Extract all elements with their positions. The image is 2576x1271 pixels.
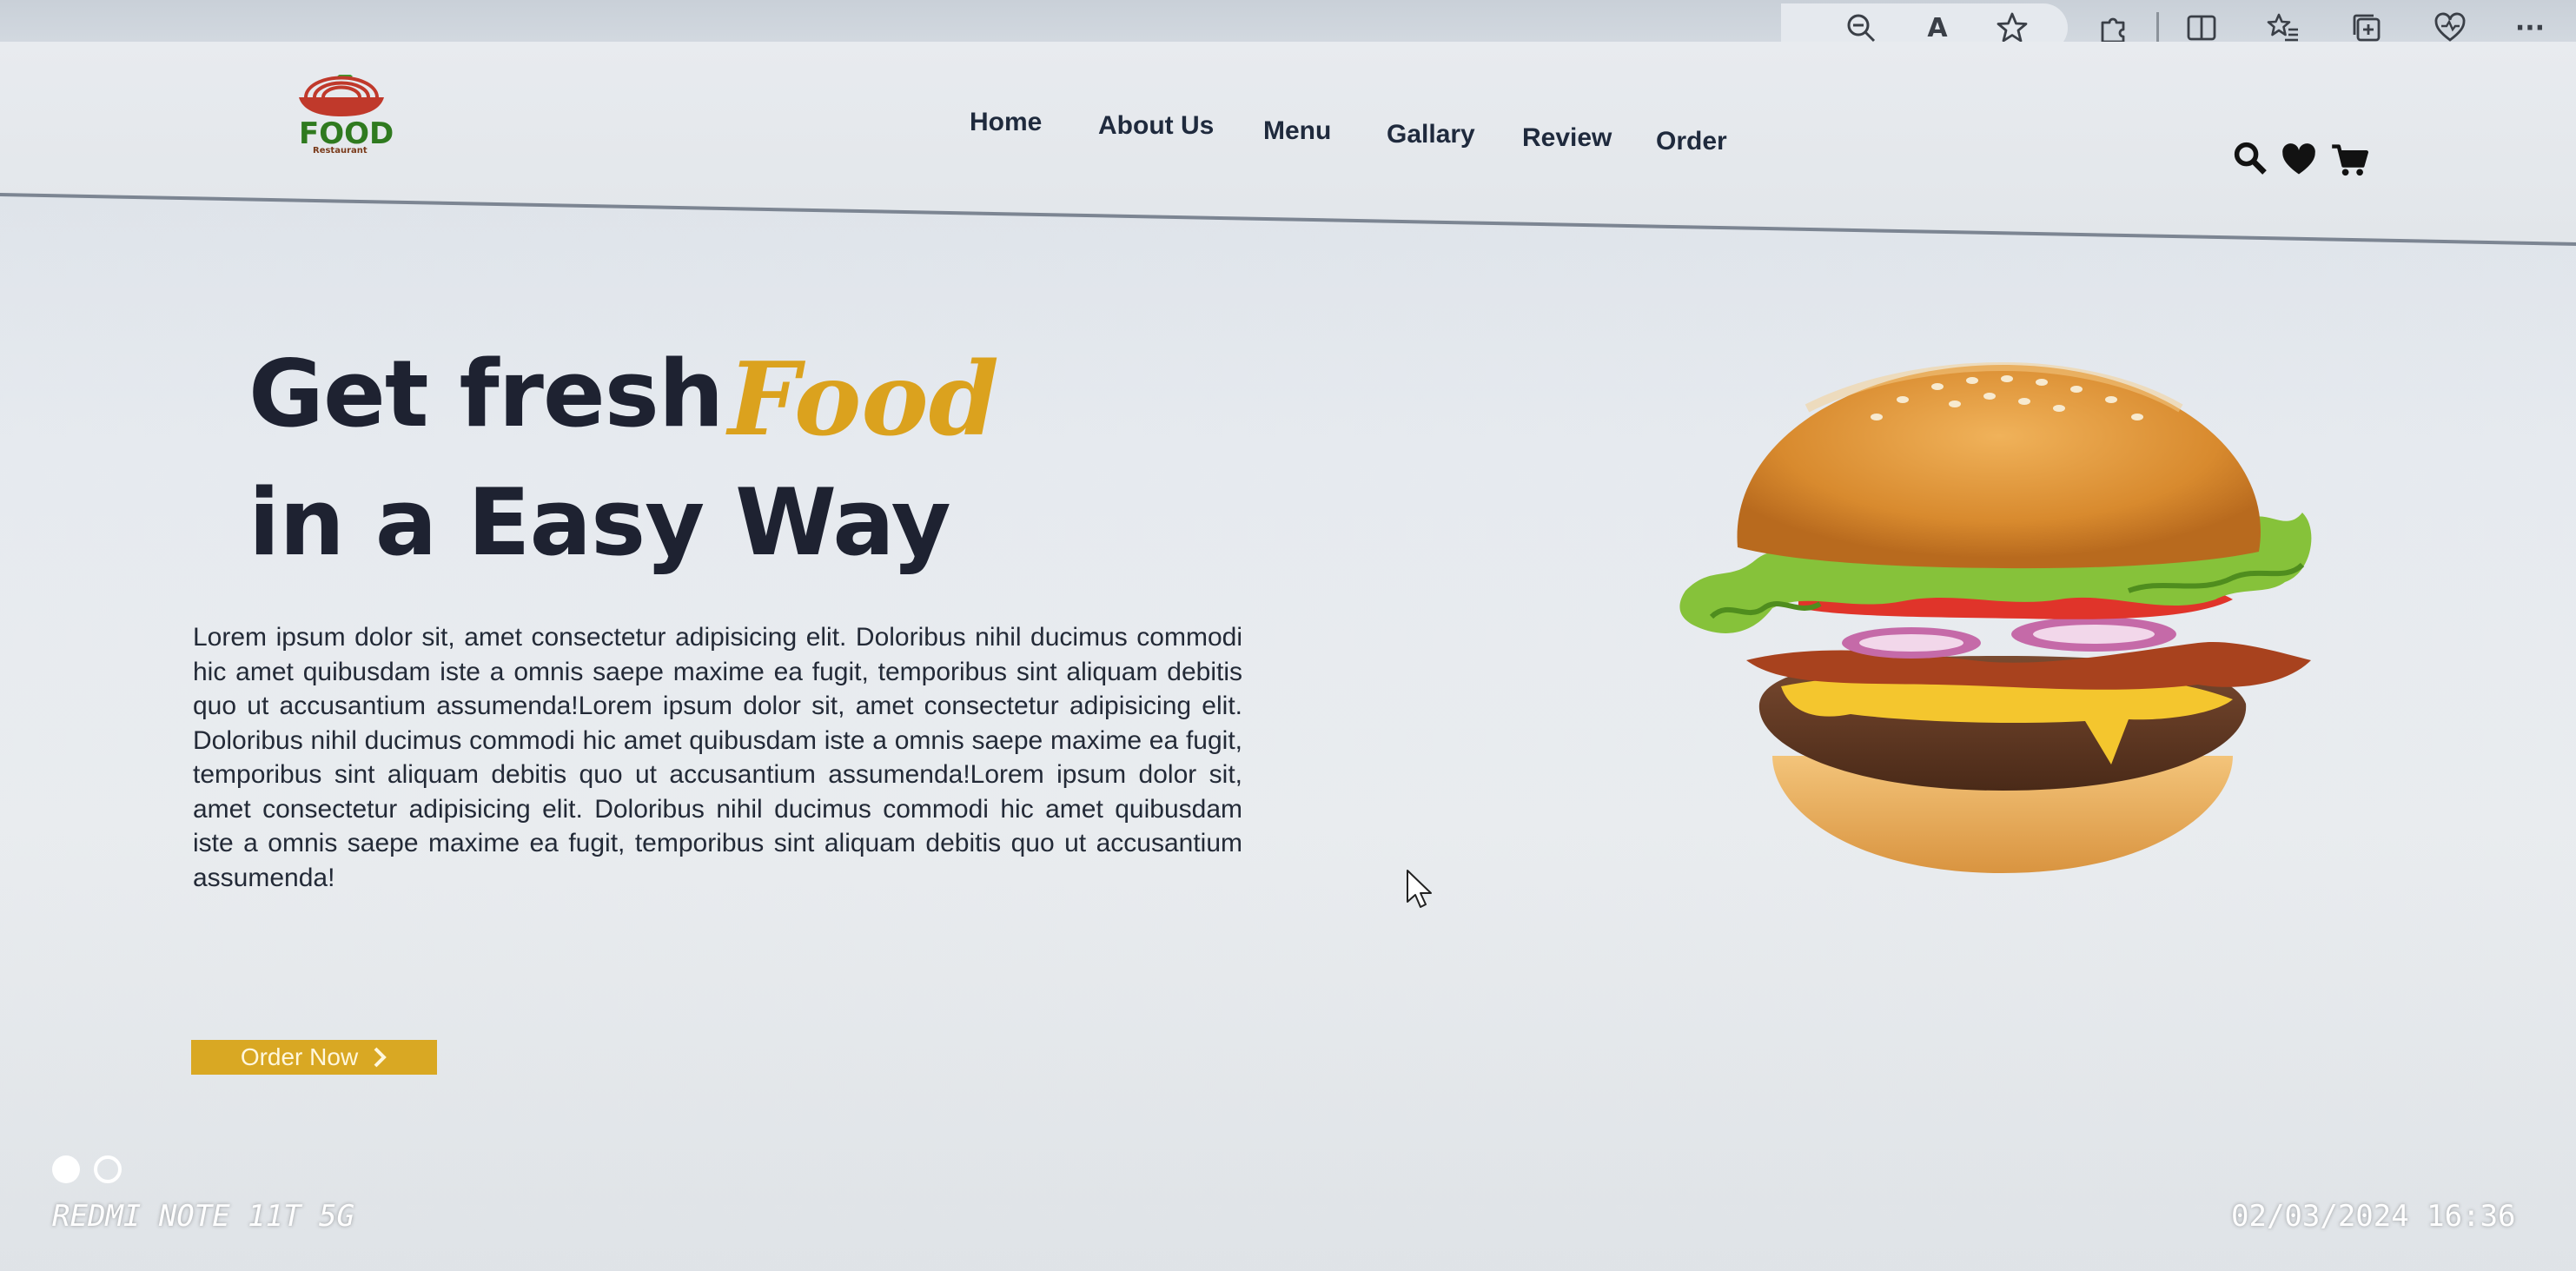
read-aloud-label: A bbox=[1927, 12, 1948, 43]
mouse-cursor-icon bbox=[1407, 870, 1432, 908]
logo-subtitle: Restaurant bbox=[313, 146, 368, 156]
chevron-right-icon bbox=[374, 1047, 387, 1068]
more-label: ··· bbox=[2514, 12, 2546, 43]
hero-heading-highlight: Food bbox=[728, 341, 999, 459]
heart-icon[interactable] bbox=[2280, 141, 2318, 179]
hero-paragraph: Lorem ipsum dolor sit, amet consectetur … bbox=[193, 623, 1242, 892]
cart-icon[interactable] bbox=[2330, 141, 2368, 179]
nav-order[interactable]: Order bbox=[1656, 127, 1727, 156]
nav-about-us[interactable]: About Us bbox=[1098, 111, 1214, 141]
device-watermark: REDMI NOTE 11T 5G bbox=[52, 1199, 354, 1234]
nav-home[interactable]: Home bbox=[970, 108, 1042, 137]
hero-heading-line1: Get fresh bbox=[248, 341, 724, 447]
order-now-button[interactable]: Order Now bbox=[191, 1040, 437, 1075]
nav-gallary[interactable]: Gallary bbox=[1387, 120, 1475, 149]
nav-review[interactable]: Review bbox=[1522, 123, 1612, 153]
site-logo[interactable]: FOOD Restaurant bbox=[287, 49, 400, 156]
order-now-label: Order Now bbox=[240, 1043, 359, 1070]
bowl-icon bbox=[299, 75, 384, 116]
burger-image bbox=[1679, 361, 2312, 873]
toolbar-separator bbox=[2156, 12, 2159, 45]
page-indicator-inactive bbox=[94, 1155, 122, 1183]
photo-timestamp: 02/03/2024 16:36 bbox=[2231, 1199, 2516, 1234]
page-indicator-active bbox=[52, 1155, 80, 1183]
search-icon[interactable] bbox=[2231, 139, 2269, 177]
nav-menu[interactable]: Menu bbox=[1263, 116, 1331, 146]
hero-heading-line2: in a Easy Way bbox=[248, 469, 951, 576]
